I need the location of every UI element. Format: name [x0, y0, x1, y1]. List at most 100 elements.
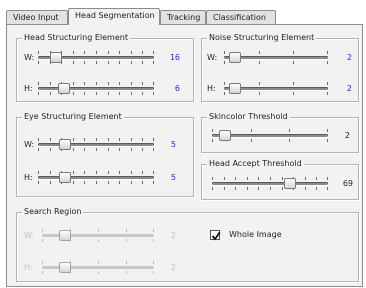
tab-video-input[interactable]: Video Input — [6, 10, 68, 24]
slider-tick — [98, 261, 99, 264]
tab-classification[interactable]: Classification — [206, 10, 276, 24]
slider-handle[interactable] — [57, 83, 70, 94]
slider-tick — [84, 51, 86, 54]
slider-track — [212, 182, 328, 185]
slider-tick — [42, 239, 43, 242]
noise-h-slider[interactable] — [224, 81, 328, 97]
slider-tick — [126, 239, 127, 242]
slider-tick — [153, 61, 154, 64]
slider-tick — [212, 177, 213, 180]
slider-tick — [119, 92, 121, 95]
search-h-label: H: — [24, 263, 33, 272]
slider-tick — [42, 261, 43, 264]
slider-tick — [49, 82, 51, 85]
whole-image-checkbox[interactable] — [210, 230, 221, 241]
slider-tick — [212, 129, 213, 132]
slider-tick — [38, 51, 39, 54]
slider-tick — [212, 187, 213, 190]
slider-handle[interactable] — [59, 230, 71, 241]
slider-tick — [258, 177, 260, 180]
slider-tick — [130, 138, 132, 141]
slider-tick — [270, 187, 271, 190]
slider-tick — [84, 181, 86, 184]
slider-tick — [119, 82, 121, 85]
head-w-label: W: — [24, 53, 35, 62]
slider-handle[interactable] — [59, 262, 71, 273]
slider-tick — [126, 261, 127, 264]
slider-tick — [224, 61, 225, 64]
slider-handle[interactable] — [228, 52, 241, 63]
slider-tick — [142, 171, 144, 174]
tab-bar: Video Input Head Segmentation Tracking C… — [6, 8, 360, 25]
slider-tick — [119, 181, 121, 184]
slider-tick — [126, 229, 127, 232]
whole-image-label[interactable]: Whole Image — [229, 230, 282, 240]
group-title: Noise Structuring Element — [207, 33, 317, 43]
slider-tick — [281, 177, 283, 180]
slider-tick — [281, 187, 283, 190]
skincolor-value: 2 — [344, 131, 350, 140]
tab-head-segmentation[interactable]: Head Segmentation — [68, 8, 160, 25]
slider-tick — [130, 61, 132, 64]
slider-handle[interactable] — [58, 139, 71, 150]
slider-tick — [38, 171, 39, 174]
search-w-slider[interactable] — [42, 228, 154, 244]
slider-tick — [327, 177, 328, 180]
slider-tick — [258, 61, 260, 64]
slider-tick — [153, 51, 154, 54]
slider-tick — [316, 177, 318, 180]
head-accept-slider[interactable] — [212, 176, 328, 192]
head-h-value: 6 — [174, 84, 180, 93]
slider-tick — [224, 82, 225, 85]
slider-tick — [96, 61, 97, 64]
slider-tick — [72, 82, 74, 85]
slider-handle[interactable] — [58, 172, 71, 183]
head-accept-value: 69 — [342, 179, 353, 188]
slider-tick — [270, 177, 271, 180]
eye-h-value: 5 — [170, 173, 176, 182]
slider-tick — [38, 148, 39, 151]
slider-tick — [130, 171, 132, 174]
head-h-label: H: — [24, 84, 33, 93]
tab-tracking[interactable]: Tracking — [160, 10, 206, 24]
head-w-slider[interactable] — [38, 50, 154, 66]
slider-tick — [49, 171, 51, 174]
slider-tick — [84, 92, 86, 95]
slider-tick — [316, 187, 318, 190]
slider-tick — [289, 129, 291, 132]
slider-tick — [130, 181, 132, 184]
slider-tick — [49, 92, 51, 95]
head-h-slider[interactable] — [38, 81, 154, 97]
slider-track — [38, 176, 154, 179]
slider-handle[interactable] — [283, 178, 296, 189]
slider-tick — [142, 181, 144, 184]
slider-tick — [212, 139, 213, 142]
eye-h-slider[interactable] — [38, 170, 154, 186]
slider-tick — [107, 171, 109, 174]
tab-label: Head Segmentation — [75, 11, 155, 20]
slider-tick — [142, 92, 144, 95]
slider-handle[interactable] — [219, 130, 232, 141]
noise-w-slider[interactable] — [224, 50, 328, 66]
slider-tick — [250, 139, 252, 142]
slider-handle[interactable] — [228, 83, 241, 94]
group-title: Skincolor Threshold — [207, 112, 290, 122]
slider-tick — [119, 138, 121, 141]
slider-tick — [96, 181, 97, 184]
slider-tick — [107, 181, 109, 184]
eye-h-label: H: — [24, 173, 33, 182]
head-w-value: 16 — [169, 53, 180, 62]
group-title: Head Accept Threshold — [207, 159, 304, 169]
eye-w-slider[interactable] — [38, 137, 154, 153]
slider-tick — [293, 92, 295, 95]
noise-h-value: 2 — [346, 84, 352, 93]
search-h-slider[interactable] — [42, 260, 154, 276]
noise-w-label: W: — [207, 53, 218, 62]
slider-tick — [258, 187, 260, 190]
slider-tick — [119, 61, 121, 64]
group-title: Head Structuring Element — [22, 33, 130, 43]
slider-tick — [223, 177, 225, 180]
skincolor-slider[interactable] — [212, 128, 328, 144]
noise-h-label: H: — [207, 84, 216, 93]
slider-handle[interactable] — [50, 52, 63, 63]
